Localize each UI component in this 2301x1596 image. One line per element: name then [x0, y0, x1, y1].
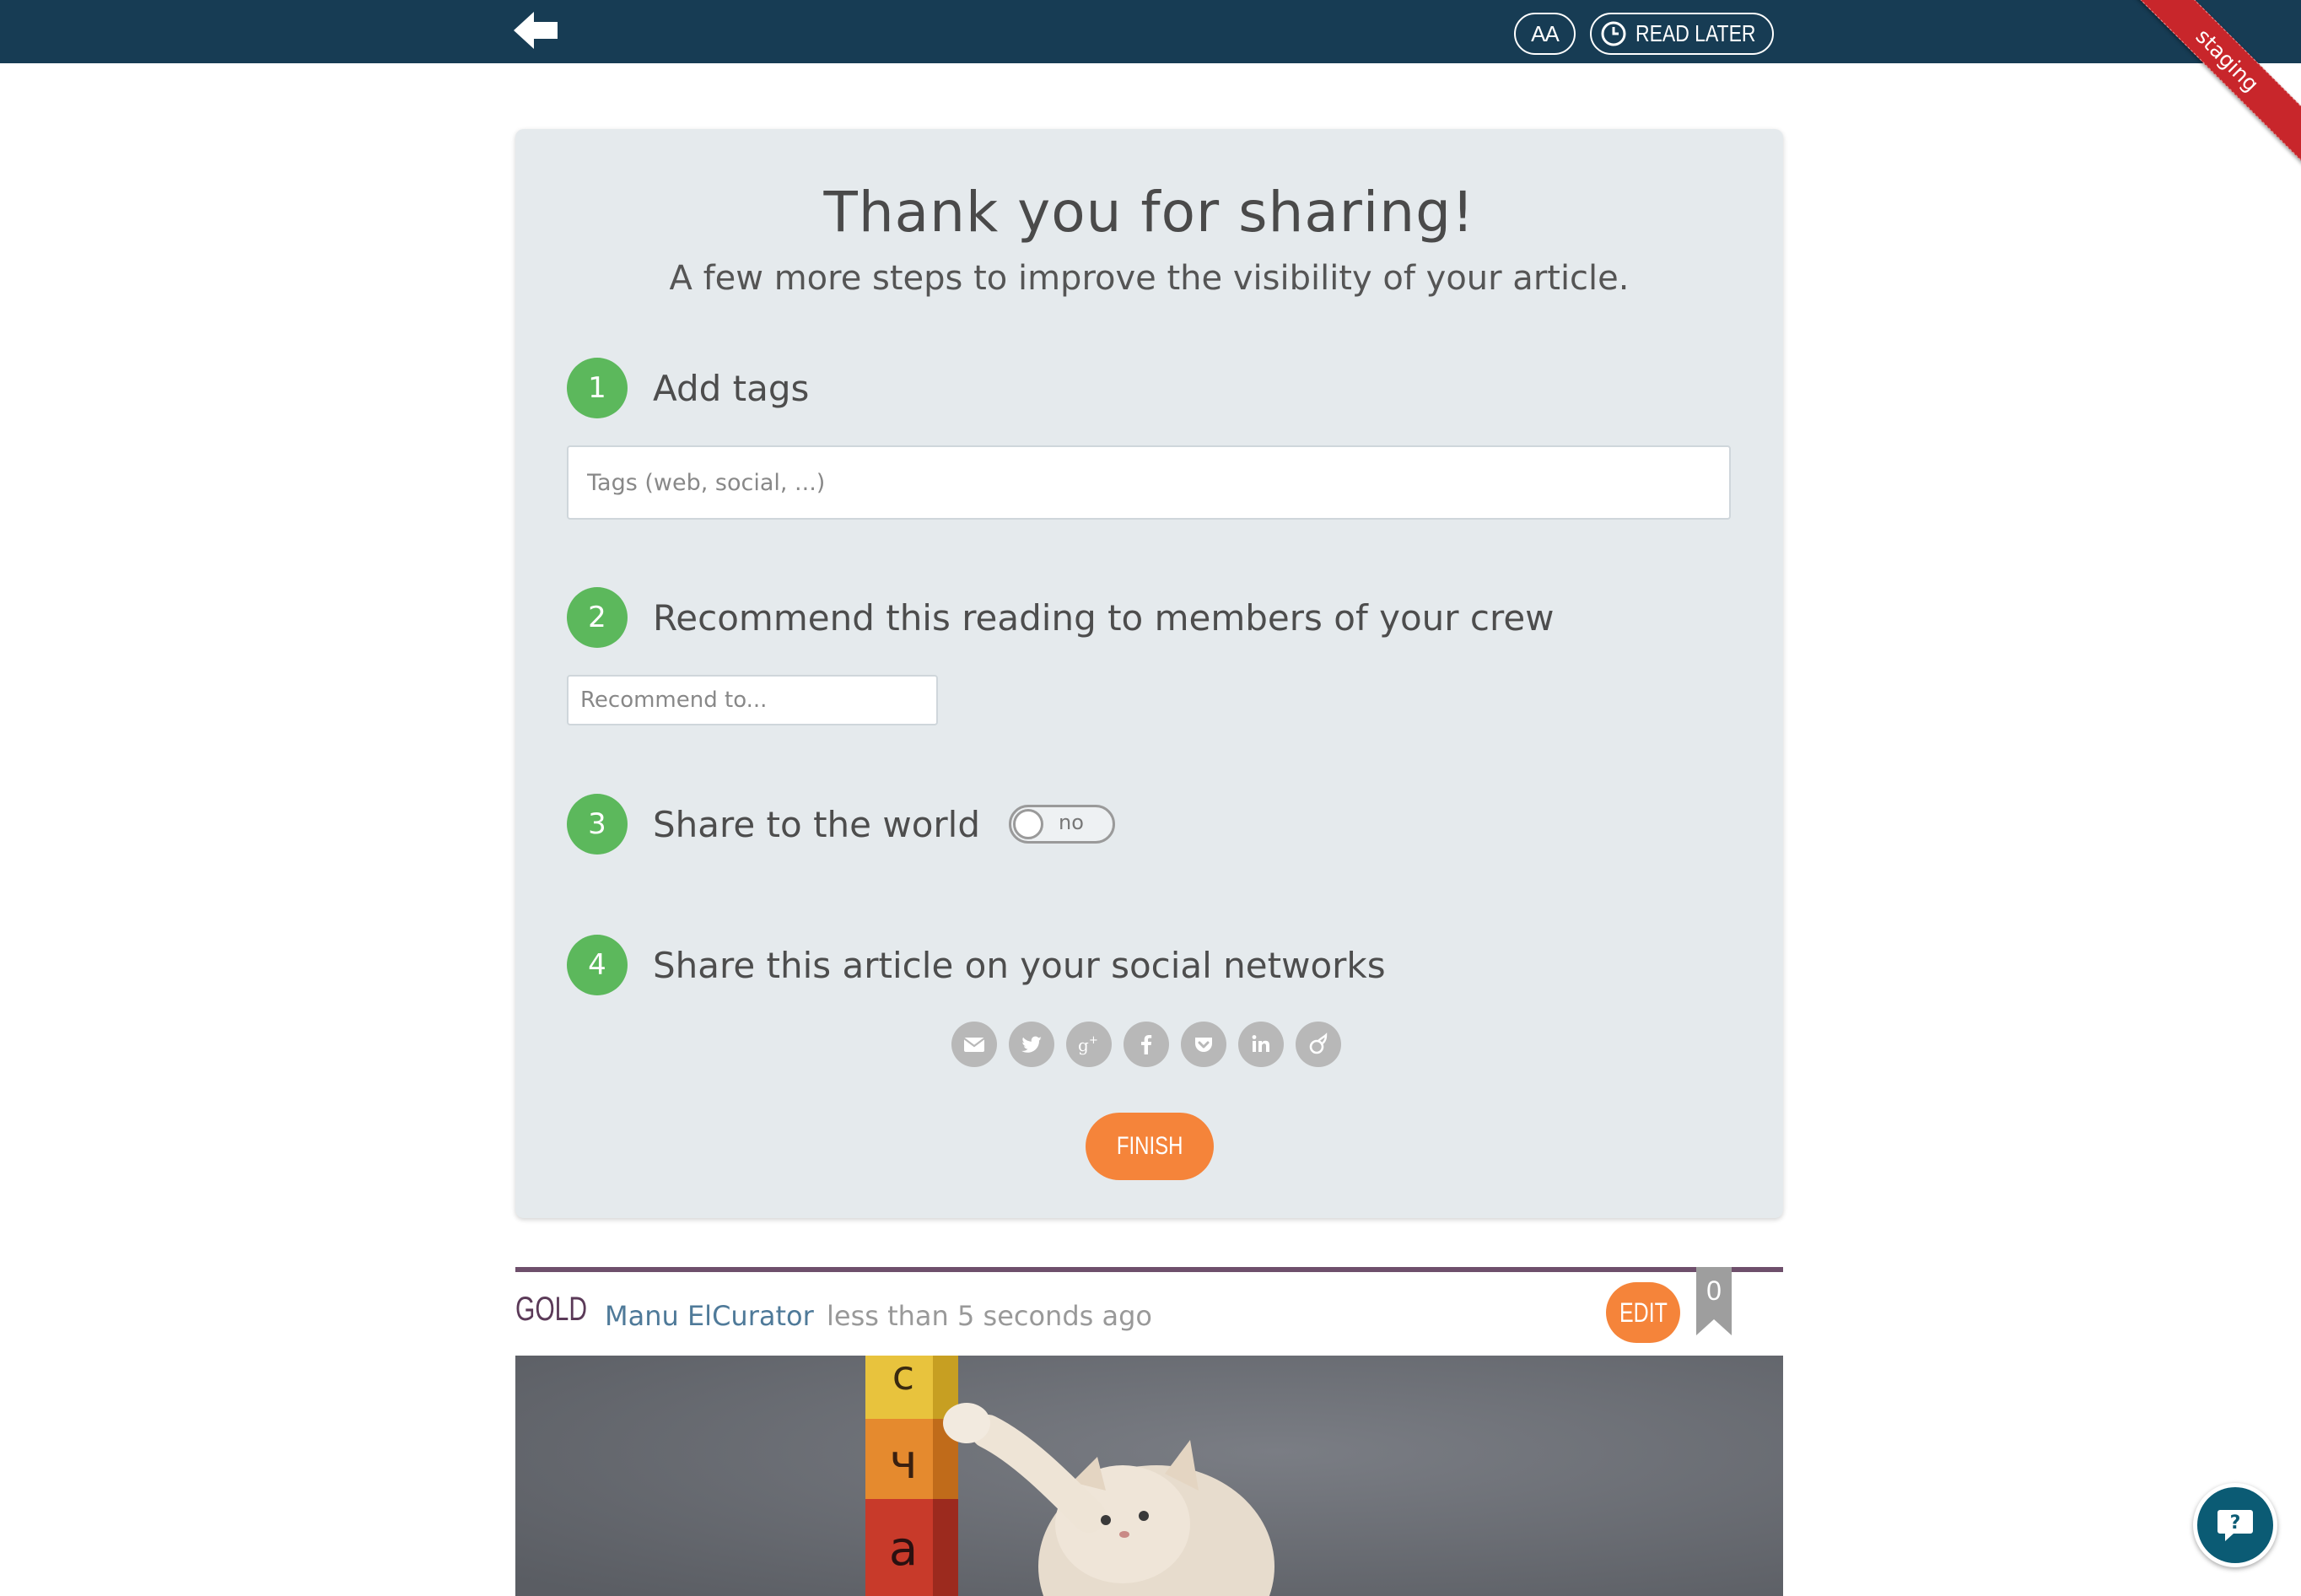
- help-chat-icon: ?: [2217, 1510, 2253, 1541]
- step-label: Add tags: [653, 367, 810, 409]
- step-add-tags: 1 Add tags: [567, 358, 809, 418]
- help-chat-button[interactable]: ?: [2193, 1483, 2277, 1567]
- step-number-badge: 3: [567, 794, 628, 855]
- step-label: Recommend this reading to members of you…: [653, 596, 1555, 639]
- staging-ribbon-label: staging: [2115, 0, 2301, 172]
- bookmark-count: 0: [1706, 1275, 1722, 1306]
- article-divider: [515, 1267, 1783, 1272]
- svg-text:g: g: [1078, 1035, 1089, 1055]
- clock-icon: [1600, 20, 1627, 47]
- card-subtitle: A few more steps to improve the visibili…: [669, 259, 1630, 298]
- edit-button[interactable]: EDIT: [1606, 1282, 1680, 1343]
- facebook-icon[interactable]: [1124, 1022, 1169, 1067]
- read-later-button[interactable]: READ LATER: [1590, 13, 1774, 55]
- post-timestamp: less than 5 seconds ago: [827, 1300, 1152, 1332]
- svg-text:ч: ч: [889, 1435, 917, 1490]
- font-size-label: AA: [1531, 20, 1560, 46]
- share-steps-card: Thank you for sharing! A few more steps …: [515, 129, 1783, 1218]
- top-bar: AA READ LATER: [0, 0, 2301, 63]
- svg-text:?: ?: [2230, 1512, 2241, 1534]
- recommend-input[interactable]: [567, 675, 938, 725]
- twitter-icon[interactable]: [1009, 1022, 1054, 1067]
- email-icon[interactable]: [951, 1022, 997, 1067]
- font-size-button[interactable]: AA: [1514, 13, 1576, 55]
- step-social-share: 4 Share this article on your social netw…: [567, 935, 1386, 995]
- finish-button[interactable]: FINISH: [1086, 1113, 1214, 1180]
- step-number-badge: 1: [567, 358, 628, 418]
- toggle-state-label: no: [1059, 811, 1084, 834]
- article-cover-image[interactable]: c ч a: [515, 1356, 1783, 1596]
- step-label: Share to the world: [653, 803, 980, 845]
- finish-label: FINISH: [1116, 1132, 1183, 1160]
- share-world-toggle[interactable]: no: [1009, 805, 1115, 844]
- pocket-icon[interactable]: [1181, 1022, 1226, 1067]
- card-title: Thank you for sharing!: [823, 180, 1475, 245]
- step-share-world: 3 Share to the world no: [567, 794, 1115, 855]
- toggle-knob: [1013, 809, 1043, 839]
- step-recommend: 2 Recommend this reading to members of y…: [567, 587, 1555, 648]
- step-number-badge: 2: [567, 587, 628, 648]
- author-link[interactable]: Manu ElCurator: [605, 1300, 814, 1332]
- svg-text:+: +: [1089, 1034, 1098, 1047]
- staging-ribbon: staging: [2099, 0, 2301, 202]
- step-label: Share this article on your social networ…: [653, 944, 1386, 986]
- read-later-label: READ LATER: [1635, 20, 1756, 46]
- google-plus-icon[interactable]: g +: [1066, 1022, 1112, 1067]
- svg-text:c: c: [892, 1356, 914, 1399]
- back-arrow-icon[interactable]: [514, 12, 561, 49]
- viadeo-icon[interactable]: [1296, 1022, 1341, 1067]
- social-share-icons: g +: [951, 1022, 1353, 1067]
- tags-input[interactable]: [567, 445, 1731, 520]
- linkedin-icon[interactable]: [1238, 1022, 1284, 1067]
- step-number-badge: 4: [567, 935, 628, 995]
- letter-blocks: c ч a: [865, 1356, 958, 1596]
- svg-text:a: a: [889, 1522, 918, 1577]
- edit-label: EDIT: [1619, 1297, 1668, 1328]
- category-label: GOLD: [515, 1291, 588, 1328]
